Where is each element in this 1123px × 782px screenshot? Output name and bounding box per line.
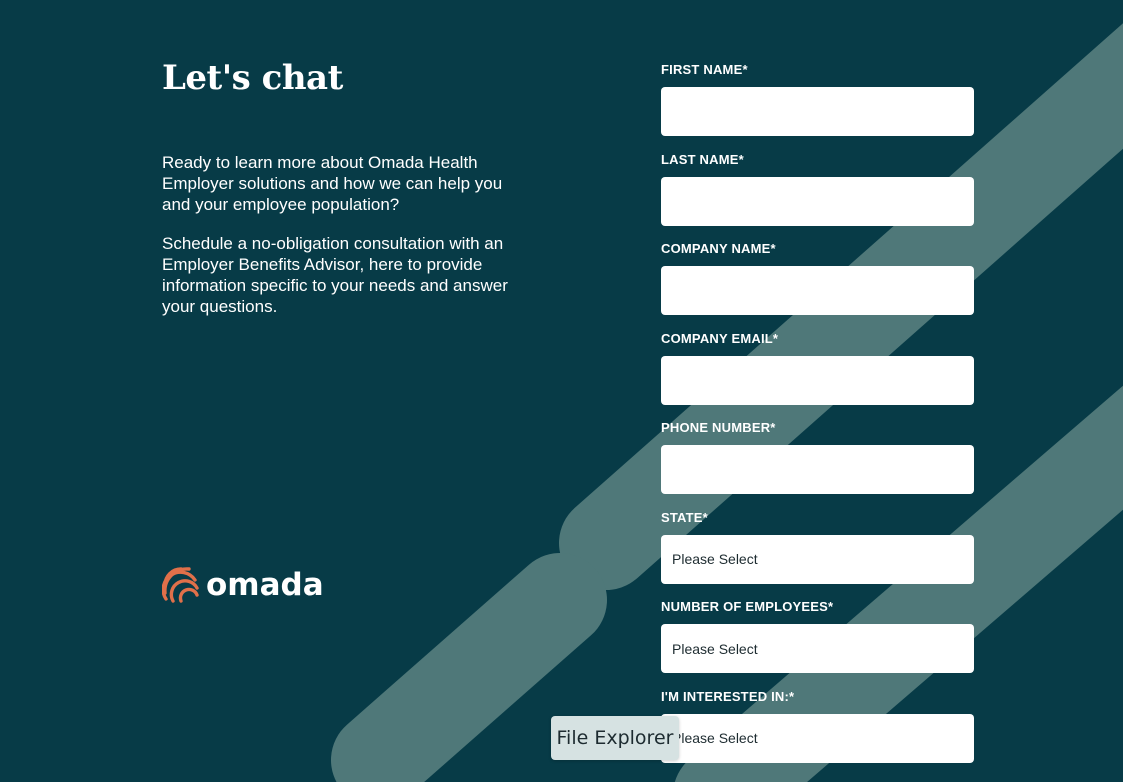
- first-name-label: FIRST NAME*: [661, 62, 748, 77]
- first-name-field: FIRST NAME*: [661, 62, 974, 152]
- company-name-label: COMPANY NAME*: [661, 241, 776, 256]
- employees-field: NUMBER OF EMPLOYEES* Please Select: [661, 599, 974, 689]
- phone-number-input[interactable]: [661, 445, 974, 494]
- first-name-input[interactable]: [661, 87, 974, 136]
- company-email-label: COMPANY EMAIL*: [661, 330, 779, 346]
- contact-form: FIRST NAME* LAST NAME* COMPANY NAME* COM…: [661, 62, 974, 778]
- employees-select[interactable]: Please Select: [661, 624, 974, 673]
- omada-logo: omada: [162, 566, 324, 604]
- company-email-input[interactable]: [661, 355, 974, 405]
- state-select[interactable]: Please Select: [661, 534, 974, 584]
- last-name-label: LAST NAME*: [661, 151, 744, 167]
- file-explorer-tooltip: File Explorer: [551, 716, 679, 760]
- logo-text: omada: [206, 567, 324, 603]
- page-title: Let's chat: [162, 58, 343, 98]
- state-field: STATE* Please Select: [661, 510, 974, 600]
- phone-number-field: PHONE NUMBER*: [661, 420, 974, 510]
- employees-select-value: Please Select: [672, 640, 758, 657]
- interested-label: I'M INTERESTED IN:*: [661, 688, 795, 704]
- state-select-value: Please Select: [672, 551, 758, 567]
- interested-select[interactable]: Please Select: [661, 713, 974, 763]
- employees-label: NUMBER OF EMPLOYEES*: [661, 599, 834, 614]
- company-email-field: COMPANY EMAIL*: [661, 331, 974, 421]
- interested-select-value: Please Select: [672, 730, 758, 746]
- intro-paragraph: Ready to learn more about Omada Health E…: [162, 153, 503, 214]
- omada-logo-icon: [162, 567, 199, 603]
- state-label: STATE*: [661, 509, 708, 525]
- company-name-field: COMPANY NAME*: [661, 241, 974, 331]
- schedule-paragraph: Schedule a no-obligation consultation wi…: [162, 234, 508, 316]
- company-name-input[interactable]: [661, 266, 974, 315]
- interested-field: I'M INTERESTED IN:* Please Select: [661, 689, 974, 779]
- last-name-field: LAST NAME*: [661, 152, 974, 242]
- phone-number-label: PHONE NUMBER*: [661, 420, 776, 435]
- last-name-input[interactable]: [661, 176, 974, 226]
